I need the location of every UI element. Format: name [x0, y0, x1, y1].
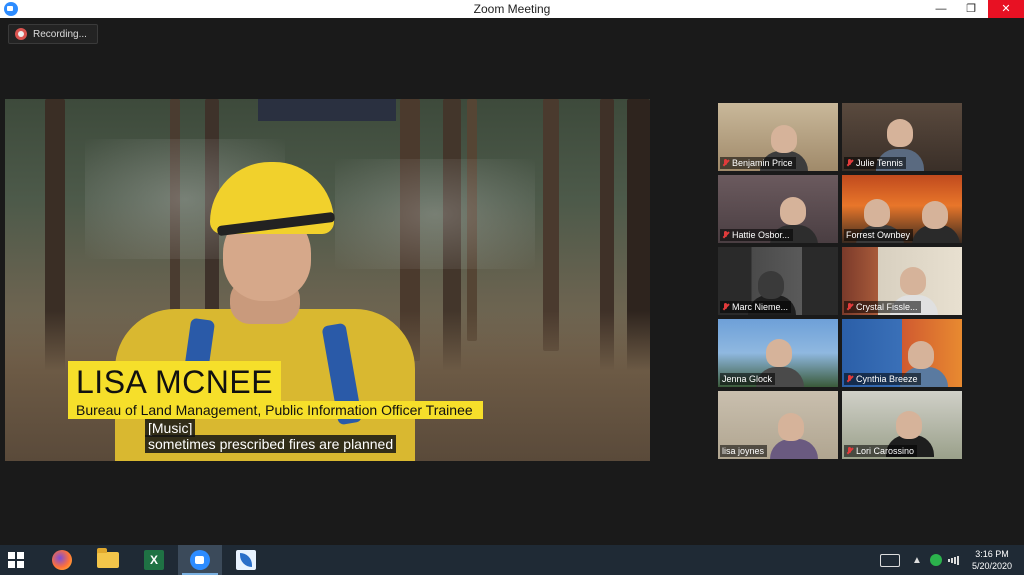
participant-tile[interactable]: Julie Tennis — [842, 103, 962, 171]
participant-face — [900, 267, 926, 295]
participant-name: Benjamin Price — [732, 158, 793, 168]
participant-face — [780, 197, 806, 225]
window-title: Zoom Meeting — [473, 2, 551, 16]
clock-date: 5/20/2020 — [971, 561, 1013, 571]
excel-icon: X — [144, 550, 164, 570]
maximize-button[interactable]: ❐ — [956, 0, 986, 18]
windows-start-icon[interactable] — [8, 552, 24, 568]
participant-nameplate: Hattie Osbor... — [720, 229, 793, 241]
mic-muted-icon — [722, 230, 729, 240]
smoke-haze — [335, 159, 535, 269]
mic-muted-icon — [722, 158, 729, 168]
participant-tile[interactable]: Hattie Osbor... — [718, 175, 838, 243]
participant-name: Crystal Fissle... — [856, 302, 918, 312]
firefox-icon — [52, 550, 72, 570]
zoom-icon — [190, 550, 210, 570]
file-explorer-taskbar-button[interactable] — [86, 545, 130, 575]
mic-muted-icon — [846, 446, 853, 456]
participant-face — [908, 341, 934, 369]
participant-name: Cynthia Breeze — [856, 374, 918, 384]
excel-taskbar-button[interactable]: X — [132, 545, 176, 575]
system-clock[interactable]: 3:16 PM 5/20/2020 — [966, 548, 1018, 572]
lower-third-name: LISA MCNEE — [70, 361, 282, 401]
keyboard-icon[interactable] — [880, 545, 902, 575]
caption-line: sometimes prescribed fires are planned — [145, 435, 397, 453]
zoom-taskbar-button[interactable] — [178, 545, 222, 575]
participant-face — [766, 339, 792, 367]
participant-name: Forrest Ownbey — [846, 230, 911, 240]
participant-tile[interactable]: Lori Carossino — [842, 391, 962, 459]
participant-nameplate: Benjamin Price — [720, 157, 796, 169]
participant-face — [896, 411, 922, 439]
participant-tile[interactable]: Benjamin Price — [718, 103, 838, 171]
participant-tile-active-speaker[interactable]: Forrest Ownbey — [842, 175, 962, 243]
participant-name: Hattie Osbor... — [732, 230, 790, 240]
mic-muted-icon — [846, 158, 853, 168]
recording-indicator[interactable]: Recording... — [8, 24, 98, 44]
participant-face — [771, 125, 797, 153]
feather-app-taskbar-button[interactable] — [224, 545, 268, 575]
participant-face — [887, 119, 913, 147]
folder-icon — [97, 548, 119, 568]
clock-time: 3:16 PM — [975, 549, 1009, 559]
participant-name: lisa joynes — [722, 446, 765, 456]
windows-taskbar: X ▲ 3:16 PM 5/20/2020 — [0, 545, 1024, 575]
participant-tile[interactable]: Cynthia Breeze — [842, 319, 962, 387]
feather-icon — [236, 550, 256, 570]
participant-face — [864, 199, 890, 227]
participant-nameplate: Cynthia Breeze — [844, 373, 921, 385]
participant-tile[interactable]: lisa joynes — [718, 391, 838, 459]
network-signal-icon[interactable] — [948, 545, 960, 575]
mic-muted-icon — [846, 374, 853, 384]
participant-nameplate: lisa joynes — [720, 445, 768, 457]
participant-face — [758, 271, 784, 299]
participant-name: Julie Tennis — [856, 158, 903, 168]
title-bar: Zoom Meeting — ❐ ✕ — [0, 0, 1024, 19]
recording-icon — [15, 28, 27, 40]
participant-name: Marc Nieme... — [732, 302, 789, 312]
participant-face — [778, 413, 804, 441]
firefox-taskbar-button[interactable] — [40, 545, 84, 575]
security-status-icon[interactable] — [930, 545, 942, 575]
participant-nameplate: Julie Tennis — [844, 157, 906, 169]
mic-muted-icon — [846, 302, 853, 312]
participant-nameplate: Crystal Fissle... — [844, 301, 921, 313]
participant-nameplate: Marc Nieme... — [720, 301, 792, 313]
video-overlay-bar — [258, 99, 396, 121]
participant-nameplate: Lori Carossino — [844, 445, 918, 457]
participant-nameplate: Jenna Glock — [720, 373, 776, 385]
mic-muted-icon — [722, 302, 729, 312]
participant-tile[interactable]: Jenna Glock — [718, 319, 838, 387]
participant-name: Lori Carossino — [856, 446, 915, 456]
participant-face — [922, 201, 948, 229]
minimize-button[interactable]: — — [926, 0, 956, 18]
close-button[interactable]: ✕ — [988, 0, 1024, 18]
meeting-area: Recording... LISA MCNEE Bureau of Land M… — [0, 18, 1024, 545]
participant-tile[interactable]: Marc Nieme... — [718, 247, 838, 315]
chevron-up-icon[interactable]: ▲ — [912, 545, 922, 575]
participant-nameplate: Forrest Ownbey — [844, 229, 914, 241]
participant-name: Jenna Glock — [722, 374, 773, 384]
lower-third-title: Bureau of Land Management, Public Inform… — [70, 401, 483, 419]
shared-video[interactable]: LISA MCNEE Bureau of Land Management, Pu… — [5, 99, 650, 461]
recording-label: Recording... — [33, 28, 87, 40]
participant-tile[interactable]: Crystal Fissle... — [842, 247, 962, 315]
